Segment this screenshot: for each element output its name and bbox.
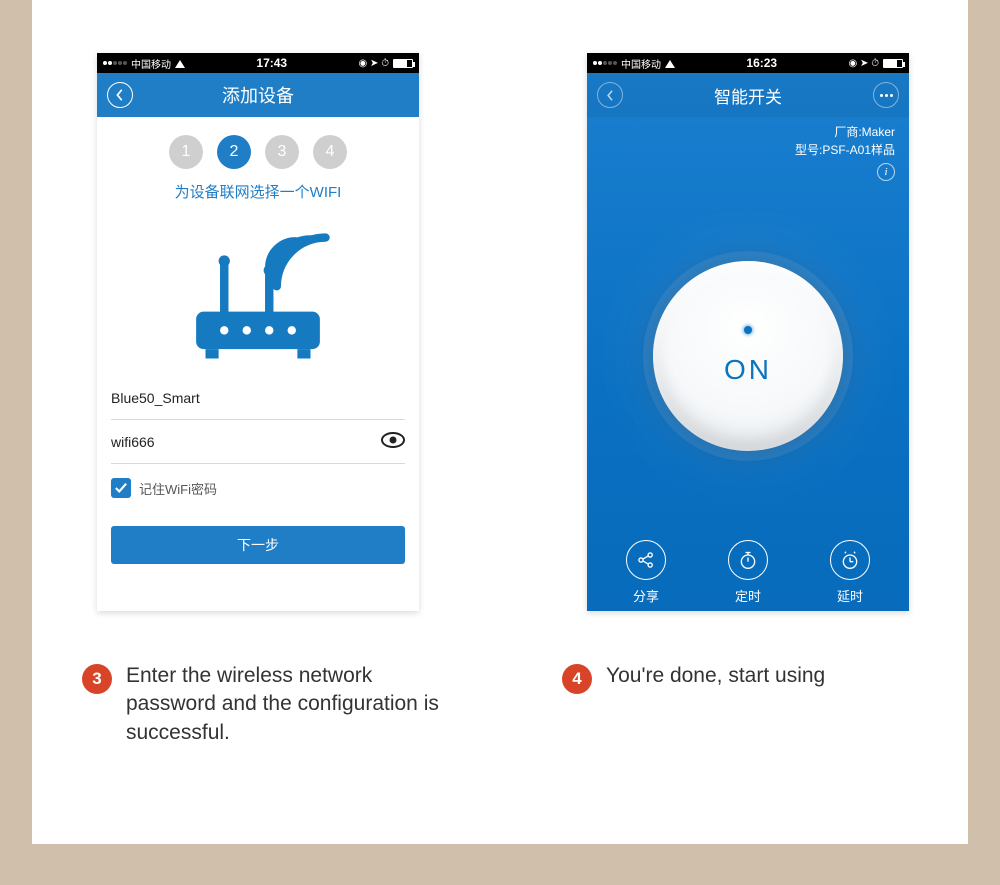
step-number-badge: 3	[82, 664, 112, 694]
battery-icon	[883, 59, 903, 68]
next-button-label: 下一步	[237, 535, 279, 555]
timer-label: 定时	[735, 586, 761, 605]
step-number-badge: 4	[562, 664, 592, 694]
model-label: 型号:	[795, 143, 822, 157]
page-title: 智能开关	[714, 83, 782, 108]
password-field-row[interactable]	[111, 420, 405, 464]
caption-step-4: 4 You're done, start using	[562, 662, 825, 694]
model-value: PSF-A01样品	[822, 143, 895, 157]
router-icon	[97, 212, 419, 376]
more-button[interactable]	[873, 82, 899, 108]
caption-step-3: 3 Enter the wireless network password an…	[82, 662, 446, 747]
info-icon[interactable]: i	[877, 163, 895, 181]
wifi-icon	[175, 60, 185, 68]
wizard-subtitle: 为设备联网选择一个WIFI	[97, 181, 419, 212]
remember-password-checkbox[interactable]	[111, 478, 131, 498]
power-button[interactable]: ON	[653, 261, 843, 451]
next-button[interactable]: 下一步	[111, 526, 405, 564]
nav-bar: 添加设备	[97, 73, 419, 117]
share-button[interactable]: 分享	[595, 540, 697, 605]
status-bar: 中国移动 17:43 ◉ ➤ ⏱	[97, 53, 419, 73]
carrier-label: 中国移动	[621, 56, 661, 71]
step-3[interactable]: 3	[265, 135, 299, 169]
ssid-field-row[interactable]	[111, 376, 405, 420]
timer-button[interactable]: 定时	[697, 540, 799, 605]
vendor-value: Maker	[862, 125, 895, 139]
timer-icon	[738, 550, 758, 570]
share-icon	[636, 550, 656, 570]
status-time: 17:43	[185, 56, 359, 70]
status-time: 16:23	[675, 56, 849, 70]
password-input[interactable]	[111, 434, 373, 450]
toggle-password-visibility-icon[interactable]	[381, 432, 405, 451]
bottom-actions: 分享 定时 延时	[587, 530, 909, 611]
vendor-label: 厂商:	[834, 125, 861, 139]
carrier-label: 中国移动	[131, 56, 171, 71]
step-1[interactable]: 1	[169, 135, 203, 169]
wifi-icon	[665, 60, 675, 68]
ssid-input[interactable]	[111, 390, 405, 406]
nav-bar: 智能开关	[587, 73, 909, 117]
share-label: 分享	[633, 586, 659, 605]
back-button[interactable]	[597, 82, 623, 108]
step-caption-text: Enter the wireless network password and …	[126, 662, 446, 747]
clock-icon	[840, 550, 860, 570]
back-button[interactable]	[107, 82, 133, 108]
phone-add-device: 中国移动 17:43 ◉ ➤ ⏱ 添加设备 1 2 3 4 为	[97, 53, 419, 611]
battery-icon	[393, 59, 413, 68]
delay-label: 延时	[837, 586, 863, 605]
remember-password-label: 记住WiFi密码	[139, 479, 217, 498]
step-caption-text: You're done, start using	[606, 662, 825, 690]
device-info: 厂商:Maker 型号:PSF-A01样品 i	[587, 117, 909, 181]
wizard-steps: 1 2 3 4	[97, 117, 419, 181]
location-icon: ◉ ➤ ⏱	[849, 58, 879, 69]
step-2[interactable]: 2	[217, 135, 251, 169]
step-4[interactable]: 4	[313, 135, 347, 169]
power-led-icon	[744, 326, 752, 334]
power-state-label: ON	[724, 354, 772, 386]
signal-dots-icon	[593, 61, 617, 65]
phone-smart-switch: 中国移动 16:23 ◉ ➤ ⏱ 智能开关 厂商:Make	[587, 53, 909, 611]
page-title: 添加设备	[222, 82, 294, 108]
signal-dots-icon	[103, 61, 127, 65]
delay-button[interactable]: 延时	[799, 540, 901, 605]
status-bar: 中国移动 16:23 ◉ ➤ ⏱	[587, 53, 909, 73]
location-icon: ◉ ➤ ⏱	[359, 58, 389, 69]
